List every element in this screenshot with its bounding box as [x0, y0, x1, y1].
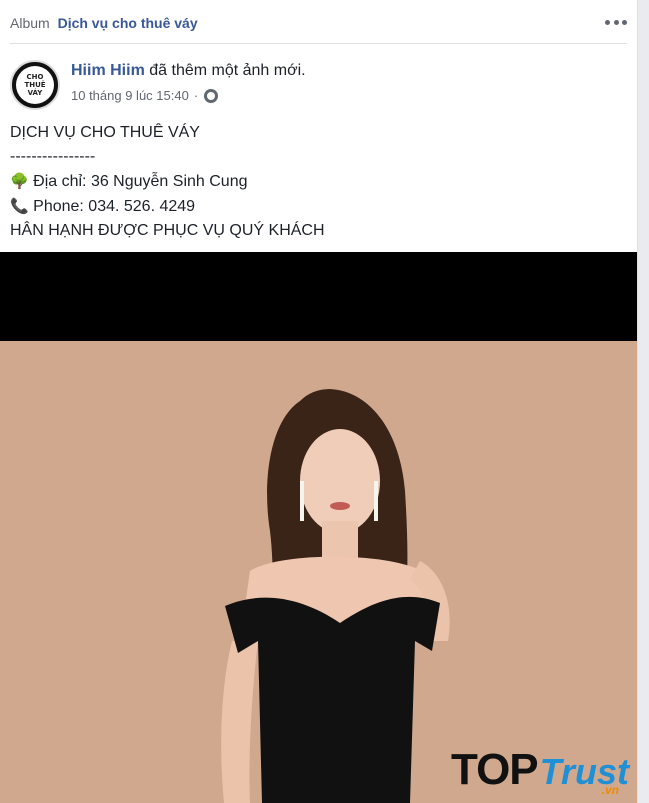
address-line: 🌳 Địa chỉ: 36 Nguyễn Sinh Cung [10, 169, 325, 194]
album-header: Album Dịch vụ cho thuê váy [0, 0, 637, 44]
phone-icon: 📞 [10, 197, 29, 215]
more-options-icon[interactable] [605, 13, 627, 31]
avatar-line-1: CHO [26, 73, 44, 81]
avatar-logo: CHO THUÊ VÁY [16, 66, 54, 104]
address-text: Địa chỉ: 36 Nguyễn Sinh Cung [33, 173, 248, 190]
meta-separator: · [193, 88, 199, 103]
phone-text: Phone: 034. 526. 4249 [33, 198, 196, 215]
header-divider [10, 43, 627, 44]
post-timestamp[interactable]: 10 tháng 9 lúc 15:40 [71, 88, 189, 103]
woman-black-dress-photo [221, 389, 450, 803]
post-body: DỊCH VỤ CHO THUÊ VÁY ---------------- 🌳 … [10, 121, 325, 243]
photo-letterbox [0, 252, 637, 341]
post-author-line: Hiim Hiim đã thêm một ảnh mới. [71, 62, 306, 80]
avatar[interactable]: CHO THUÊ VÁY [10, 60, 60, 110]
closing-text: HÂN HẠNH ĐƯỢC PHỤC VỤ QUÝ KHÁCH [10, 222, 325, 239]
post-title: DỊCH VỤ CHO THUÊ VÁY [10, 124, 200, 141]
post-photo[interactable]: TOPTrust .vn [0, 252, 637, 803]
tree-icon: 🌳 [10, 172, 29, 190]
author-name-link[interactable]: Hiim Hiim [71, 62, 145, 79]
phone-line: 📞 Phone: 034. 526. 4249 [10, 194, 325, 219]
post-meta: 10 tháng 9 lúc 15:40 · [71, 88, 219, 103]
avatar-line-3: VÁY [27, 89, 43, 97]
post-dashes: ---------------- [10, 148, 96, 165]
toptrust-watermark: TOPTrust .vn [450, 745, 629, 797]
photo-image[interactable]: TOPTrust .vn [0, 341, 637, 803]
globe-icon[interactable] [204, 88, 219, 103]
album-breadcrumb: Album Dịch vụ cho thuê váy [10, 15, 198, 31]
post-action-text: đã thêm một ảnh mới. [149, 62, 306, 79]
avatar-line-2: THUÊ [24, 81, 46, 89]
album-name-link[interactable]: Dịch vụ cho thuê váy [58, 15, 198, 31]
album-prefix: Album [10, 15, 50, 31]
watermark-top: TOP [450, 745, 539, 794]
watermark-domain: .vn [601, 783, 619, 797]
post-card: Album Dịch vụ cho thuê váy CHO THUÊ VÁY … [0, 0, 638, 803]
